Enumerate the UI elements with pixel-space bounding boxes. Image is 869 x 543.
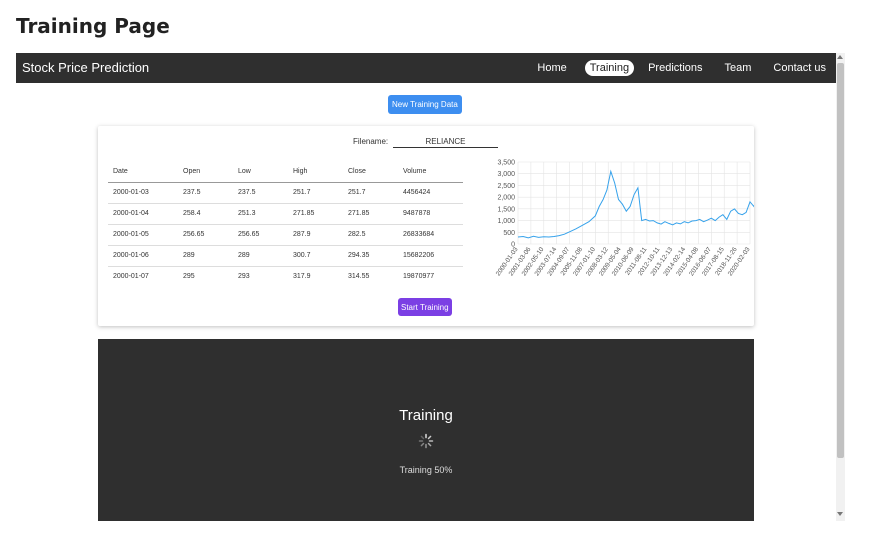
start-training-button[interactable]: Start Training — [398, 298, 452, 316]
training-status-panel: Training Training 50% — [98, 339, 754, 521]
table-cell: 4456424 — [398, 182, 463, 204]
table-cell: 19870977 — [403, 273, 435, 281]
nav-item-predictions[interactable]: Predictions — [644, 60, 706, 76]
new-training-data-button[interactable]: New Training Data — [388, 95, 462, 114]
table-cell: 2000-01-07 — [113, 273, 149, 281]
column-header: Open — [178, 162, 233, 183]
table-cell: 282.5 — [343, 224, 398, 246]
y-tick-label: 3,500 — [497, 160, 515, 167]
table-row: 2000-01-07 295 293 317.9 314.55 19870977 — [108, 266, 463, 287]
scrollbar[interactable] — [836, 53, 845, 521]
page-title: Training Page — [16, 14, 170, 38]
navbar: Stock Price Prediction Home Training Pre… — [16, 53, 836, 83]
table-cell: 289 — [178, 245, 233, 267]
table-cell: 300.7 — [288, 245, 343, 267]
progress-text: Training 50% — [399, 465, 453, 475]
y-tick-label: 3,000 — [497, 171, 515, 178]
table-cell: 256.65 — [233, 224, 288, 246]
table-cell: 2000-01-05 — [108, 224, 178, 246]
y-tick-label: 1,000 — [497, 218, 515, 225]
column-header: Close — [343, 162, 398, 183]
table-row: 2000-01-04 258.4 251.3 271.85 271.85 948… — [108, 203, 463, 225]
nav-item-team[interactable]: Team — [721, 60, 756, 76]
nav-menu: Home Training Predictions Team Contact u… — [533, 58, 836, 78]
table-row: 2000-01-05 256.65 256.65 287.9 282.5 268… — [108, 224, 463, 246]
data-table: Date Open Low High Close Volume 2000-01-… — [108, 162, 463, 287]
table-cell: 314.55 — [348, 273, 370, 281]
app-frame: Stock Price Prediction Home Training Pre… — [16, 53, 845, 521]
table-cell: 287.9 — [288, 224, 343, 246]
y-tick-label: 2,000 — [497, 195, 515, 202]
table-cell: 237.5 — [233, 182, 288, 204]
table-cell: 256.65 — [178, 224, 233, 246]
y-tick-label: 2,500 — [497, 183, 515, 190]
column-header: Date — [108, 162, 178, 183]
nav-item-home[interactable]: Home — [533, 60, 570, 76]
scroll-thumb[interactable] — [837, 63, 844, 458]
table-cell: 15682206 — [398, 245, 463, 267]
table-cell: 258.4 — [178, 203, 233, 225]
table-header-row: Date Open Low High Close Volume — [108, 162, 463, 183]
table-row: 2000-01-06 289 289 300.7 294.35 15682206 — [108, 245, 463, 267]
price-series-line — [517, 169, 754, 239]
nav-item-contact[interactable]: Contact us — [769, 60, 830, 76]
status-title: Training — [399, 407, 453, 424]
table-cell: 9487878 — [398, 203, 463, 225]
table-cell: 289 — [233, 245, 288, 267]
column-header: Low — [233, 162, 288, 183]
table-cell: 294.35 — [343, 245, 398, 267]
brand[interactable]: Stock Price Prediction — [22, 60, 149, 75]
table-cell: 295 — [183, 273, 195, 281]
column-header: High — [288, 162, 343, 183]
table-cell: 251.3 — [233, 203, 288, 225]
filename-label: Filename: — [353, 137, 389, 146]
scroll-down-icon[interactable] — [837, 512, 843, 516]
table-cell: 317.9 — [293, 273, 311, 281]
filename-input[interactable] — [393, 135, 498, 148]
table-cell: 26833684 — [398, 224, 463, 246]
table-row: 2000-01-03 237.5 237.5 251.7 251.7 44564… — [108, 182, 463, 204]
loading-spinner-icon — [418, 433, 434, 449]
table-cell: 237.5 — [178, 182, 233, 204]
y-tick-label: 1,500 — [497, 206, 515, 213]
table-cell: 293 — [238, 273, 250, 281]
table-cell: 2000-01-04 — [108, 203, 178, 225]
table-cell: 2000-01-03 — [108, 182, 178, 204]
scroll-up-icon[interactable] — [837, 55, 843, 59]
column-header: Volume — [398, 162, 463, 183]
table-cell: 271.85 — [288, 203, 343, 225]
table-cell: 271.85 — [343, 203, 398, 225]
training-data-card: Filename: Date Open Low High Close Volum… — [98, 126, 754, 326]
y-tick-label: 500 — [503, 230, 515, 237]
table-cell: 251.7 — [288, 182, 343, 204]
price-chart: 05001,0001,5002,0002,5003,0003,5002000-0… — [495, 160, 754, 277]
table-cell: 251.7 — [343, 182, 398, 204]
table-cell: 2000-01-06 — [108, 245, 178, 267]
nav-item-training[interactable]: Training — [584, 60, 635, 76]
